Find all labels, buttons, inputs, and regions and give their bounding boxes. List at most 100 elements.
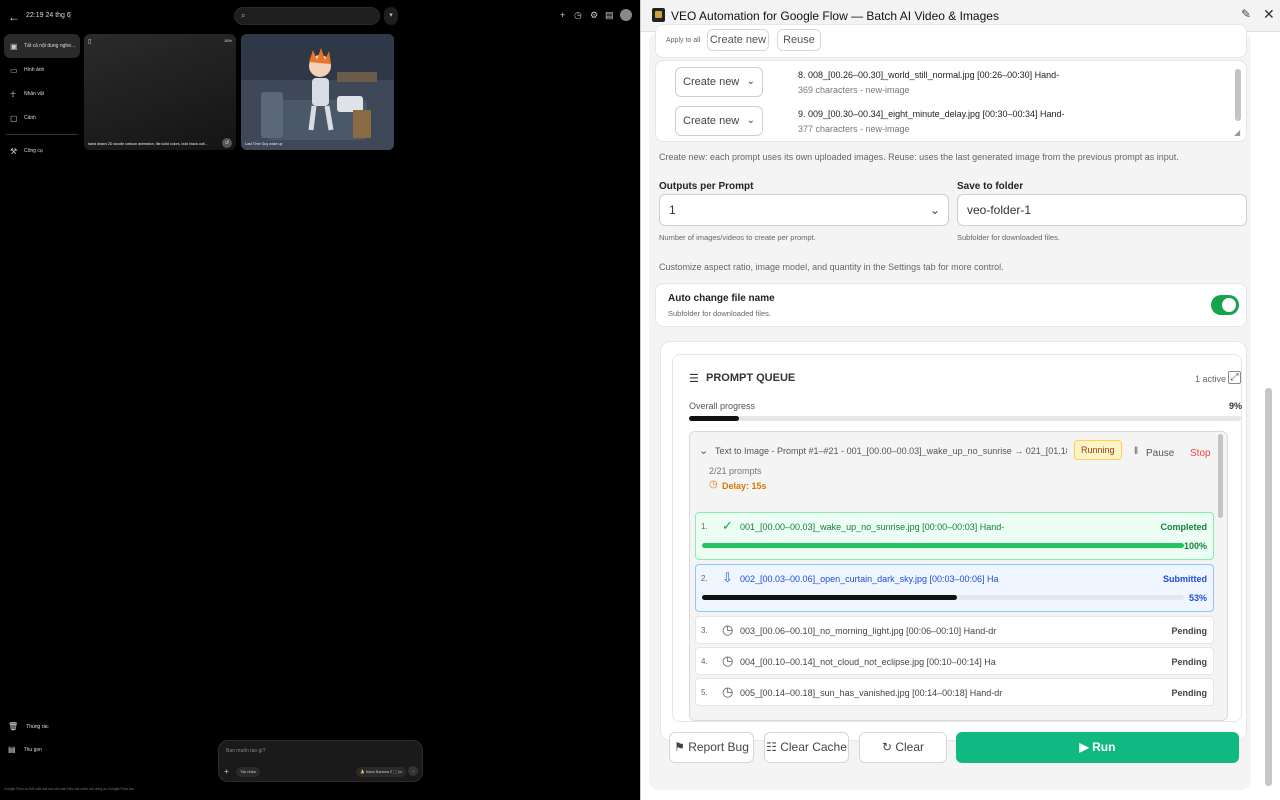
save-folder-input[interactable]: veo-folder-1	[957, 194, 1247, 226]
auto-rename-help: Subfolder for downloaded files.	[668, 309, 771, 318]
outputs-label: Outputs per Prompt	[659, 181, 754, 192]
sidebar-item-label: Nhân vật	[24, 91, 45, 97]
queue-title: PROMPT QUEUE	[706, 372, 796, 384]
settings-icon[interactable]: ⚙	[590, 10, 598, 21]
sidebar-item-all[interactable]: ▣ Tất cả nội dung nghe...	[4, 34, 80, 58]
flow-topbar: ← 22:19 24 thg 6 ⋮ ⌕ ▾ + ◷ ⚙ ▤	[0, 0, 640, 34]
stop-button[interactable]: Stop	[1190, 448, 1211, 459]
download-icon: ⇩	[722, 570, 733, 585]
clear-cache-button[interactable]: ☷ Clear Cache	[764, 732, 849, 763]
outputs-select[interactable]: 1 ⌄	[659, 194, 949, 226]
queue-item[interactable]: 4. ◷ 004_[00.10–00.14]_not_cloud_not_eclip…	[695, 647, 1214, 675]
chevron-down-icon: ⌄	[746, 115, 755, 126]
close-icon[interactable]: ✕	[1263, 6, 1275, 23]
pin-icon[interactable]: ✎	[1241, 7, 1251, 21]
chevron-down-icon: ⌄	[746, 76, 755, 87]
divider	[6, 134, 78, 135]
panel-title: VEO Automation for Google Flow — Batch A…	[671, 9, 999, 23]
job-title: Text to Image - Prompt #1–#21 - 001_[00.…	[715, 446, 1067, 456]
create-new-all-button[interactable]: Create new	[707, 29, 769, 51]
sidebar-item-label: Công cụ	[24, 148, 43, 154]
chevron-down-icon[interactable]: ⌄	[699, 444, 708, 457]
save-folder-label: Save to folder	[957, 181, 1024, 192]
queue-item-progress-fill	[702, 543, 1184, 548]
sidebar-item-label: Hình ảnh	[24, 67, 45, 73]
auto-rename-row: Auto change file name Subfolder for down…	[655, 283, 1247, 327]
clock-icon: ◷	[722, 653, 734, 668]
pause-button[interactable]: Pause	[1146, 448, 1174, 459]
run-button[interactable]: ▶ Run	[956, 732, 1239, 763]
report-bug-button[interactable]: ⚑ Report Bug	[669, 732, 754, 763]
queue-item-name: 003_[00.06–00.10]_no_morning_light.jpg […	[740, 626, 997, 636]
thumbnail-caption: Last Time Guy wake up	[245, 142, 283, 146]
clear-button[interactable]: ↻ Clear	[859, 732, 947, 763]
queue-item-status: Submitted	[1163, 574, 1207, 584]
queue-item-name: 001_[00.00–00.03]_wake_up_no_sunrise.jpg…	[740, 522, 1005, 532]
queue-item[interactable]: 1. ✓ 001_[00.00–00.03]_wake_up_no_sunrise.…	[695, 512, 1214, 560]
apply-all-label: Apply to all	[666, 37, 701, 44]
back-arrow-icon[interactable]: ←	[8, 10, 20, 24]
prompt-count: 2/21 prompts	[709, 466, 762, 476]
add-icon[interactable]: +	[560, 10, 565, 20]
pause-icon[interactable]: ‖	[1134, 446, 1138, 457]
queue-item-index: 2.	[701, 574, 708, 583]
search-input[interactable]: ⌕	[234, 7, 380, 25]
mode-select[interactable]: Create new ⌄	[675, 67, 763, 97]
agent-chip[interactable]: Tác nhân	[236, 767, 260, 777]
reuse-icon[interactable]: ↺	[222, 138, 232, 148]
resize-handle-icon[interactable]: ◢	[1234, 128, 1240, 137]
sidebar-item-label: Cảnh	[24, 115, 36, 121]
cartoon-image	[241, 34, 394, 150]
queue-item-index: 5.	[701, 688, 708, 697]
trash-label: Thùng rác	[26, 723, 49, 730]
prompt-composer[interactable]: Bạn muốn tạo gì? + Tác nhân 🍌 Nano Banan…	[218, 740, 423, 782]
database-icon: ☷	[766, 740, 781, 754]
chevron-down-icon: ⌄	[929, 203, 940, 217]
model-chip[interactable]: 🍌 Nano Banana 2 ⬚ 1x	[356, 767, 406, 777]
sidebar-item-scenes[interactable]: ▢ Cảnh	[4, 106, 80, 130]
trash-link[interactable]: 🗑 Thùng rác	[8, 722, 49, 731]
prompt-list: Create new ⌄ 8. 008_[00.26–00.30]_world_s…	[655, 60, 1247, 142]
sidebar-item-images[interactable]: ▭ Hình ảnh	[4, 58, 80, 82]
scrollbar[interactable]	[1218, 434, 1223, 518]
sidebar-item-characters[interactable]: ☥ Nhân vật	[4, 82, 80, 106]
queue-item-status: Pending	[1171, 688, 1208, 698]
more-vert-icon[interactable]: ⋮	[66, 11, 74, 20]
scrollbar[interactable]	[1235, 69, 1241, 121]
clock-icon: ◷	[722, 684, 734, 699]
add-icon[interactable]: +	[224, 767, 229, 776]
expand-icon[interactable]: ⤢	[1228, 371, 1241, 384]
apps-icon[interactable]: ▤	[605, 10, 614, 21]
reuse-all-button[interactable]: Reuse	[777, 29, 821, 51]
flag-icon: ⚑	[674, 740, 689, 754]
scene-icon: ▢	[10, 113, 18, 123]
media-thumbnail[interactable]: Last Time Guy wake up	[241, 34, 394, 150]
queue-item-progress-track	[702, 543, 1184, 548]
person-icon: ☥	[10, 89, 16, 99]
overall-progress-percent: 9%	[1229, 401, 1243, 411]
media-thumbnail[interactable]: ▯ 16% hand drawn 2D doodle cartoon anima…	[84, 34, 236, 150]
avatar[interactable]	[620, 9, 632, 21]
mode-select[interactable]: Create new ⌄	[675, 106, 763, 136]
queue-item[interactable]: 5. ◷ 005_[00.14–00.18]_sun_has_vanished.jp…	[695, 678, 1214, 706]
filter-dropdown[interactable]: ▾	[384, 7, 398, 25]
delay-label: Delay: 15s	[722, 481, 767, 491]
collapse-link[interactable]: ▤ Thu gọn	[8, 745, 42, 754]
disclaimer: Google Flow có thể mắc sai sót nên bạn h…	[4, 787, 134, 791]
queue-item[interactable]: 3. ◷ 003_[00.06–00.10]_no_morning_light.jp…	[695, 616, 1214, 644]
auto-rename-toggle[interactable]	[1211, 295, 1239, 315]
flow-app-pane: ← 22:19 24 thg 6 ⋮ ⌕ ▾ + ◷ ⚙ ▤ ▣ Tất cả …	[0, 0, 640, 800]
flow-sidebar: ▣ Tất cả nội dung nghe... ▭ Hình ảnh ☥ N…	[0, 34, 84, 163]
collapse-icon: ▤	[8, 745, 16, 754]
clock-icon: ◷	[709, 479, 718, 490]
queue-item-name: 004_[00.10–00.14]_not_cloud_not_eclipse.…	[740, 657, 996, 667]
status-badge: Running	[1074, 440, 1122, 460]
send-arrow-icon[interactable]: →	[408, 766, 418, 776]
queue-item-progress-track	[702, 595, 1184, 600]
history-icon[interactable]: ◷	[574, 10, 582, 21]
sidebar-item-tools[interactable]: ⚒ Công cụ	[4, 139, 80, 163]
panel-scrollbar[interactable]	[1265, 388, 1272, 786]
mode-note: Create new: each prompt uses its own upl…	[659, 152, 1179, 162]
queue-item[interactable]: 2. ⇩ 002_[00.03–00.06]_open_curtain_dark_s…	[695, 564, 1214, 612]
prompt-item-title: 9. 009_[00.30–00.34]_eight_minute_delay.…	[798, 109, 1065, 119]
